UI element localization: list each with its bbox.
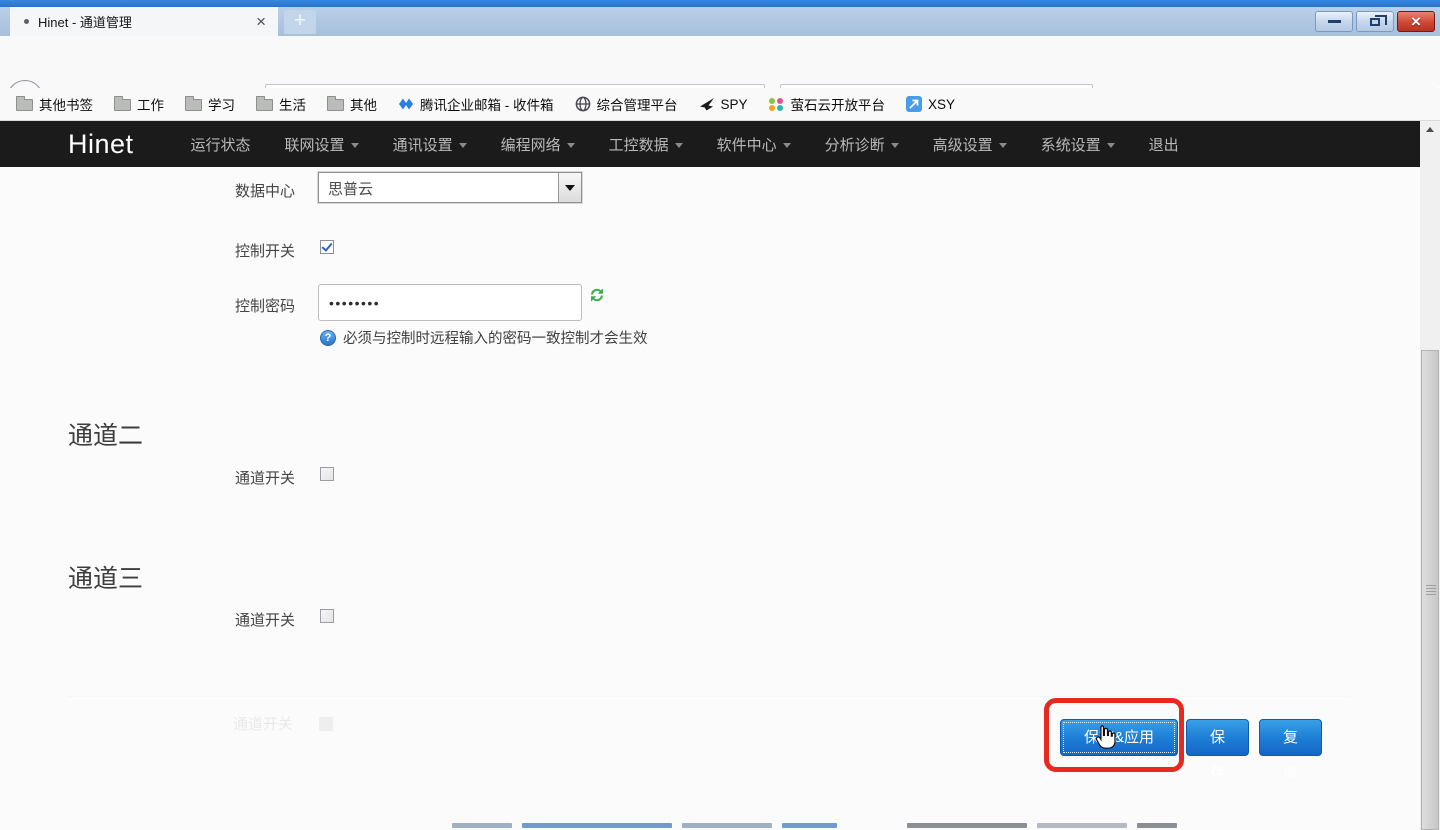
chevron-down-icon [999, 143, 1007, 148]
tencent-mail-icon [398, 96, 414, 112]
site-navbar: Hinet 运行状态 联网设置 通讯设置 编程网络 工控数据 软件中心 分析诊断… [0, 121, 1420, 167]
menu-diagnostics[interactable]: 分析诊断 [808, 134, 916, 155]
close-icon: × [1411, 13, 1421, 30]
chevron-down-icon [459, 143, 467, 148]
control-switch-label: 控制开关 [0, 240, 295, 261]
control-password-label: 控制密码 [0, 295, 295, 316]
control-password-input[interactable] [318, 284, 582, 321]
window-titlebar [0, 0, 1440, 7]
datacenter-value: 思普云 [319, 173, 558, 202]
site-menu: 运行状态 联网设置 通讯设置 编程网络 工控数据 软件中心 分析诊断 高级设置 … [174, 134, 1196, 155]
tab-close-icon[interactable]: × [252, 12, 270, 32]
menu-network-settings[interactable]: 联网设置 [268, 134, 376, 155]
bookmark-folder-life[interactable]: 生活 [256, 94, 306, 114]
menu-comm-settings[interactable]: 通讯设置 [376, 134, 484, 155]
xsy-arrow-icon [906, 96, 922, 112]
menu-system-settings[interactable]: 系统设置 [1024, 134, 1132, 155]
chevron-down-icon [351, 143, 359, 148]
scrollbar[interactable] [1420, 121, 1440, 830]
password-help-text: 必须与控制时远程输入的密码一致控制才会生效 [343, 327, 648, 348]
minimize-icon [1328, 20, 1341, 23]
scrollbar-thumb[interactable] [1421, 350, 1439, 830]
window-controls: × [1315, 11, 1435, 32]
tab-strip: Hinet - 通道管理 × + × [0, 7, 1440, 36]
folder-icon [114, 99, 131, 111]
bookmark-folder-misc[interactable]: 其他 [327, 94, 377, 114]
browser-tab[interactable]: Hinet - 通道管理 × [10, 7, 278, 36]
divider [68, 696, 1350, 697]
scroll-up-icon [1426, 127, 1434, 132]
section-channel3-title: 通道三 [68, 559, 143, 595]
bookmark-folder-other[interactable]: 其他书签 [16, 94, 93, 114]
menu-logout[interactable]: 退出 [1132, 134, 1196, 155]
menu-software-center[interactable]: 软件中心 [700, 134, 808, 155]
navigation-toolbar: ← → × 192.168.9.99/cgi-bin/luci/;stok=48… [0, 36, 1440, 88]
close-button[interactable]: × [1397, 11, 1435, 32]
folder-icon [327, 99, 344, 111]
datacenter-label: 数据中心 [0, 180, 295, 201]
bookmarks-bar: 其他书签 工作 学习 生活 其他 腾讯企业邮箱 - 收件箱 综合管理平台 SPY… [0, 88, 1440, 121]
channel3-switch-checkbox[interactable] [320, 609, 334, 623]
channel2-switch-label: 通道开关 [0, 467, 295, 488]
tab-title: Hinet - 通道管理 [38, 12, 252, 31]
dropdown-arrow-icon[interactable] [558, 173, 581, 202]
menu-industrial-data[interactable]: 工控数据 [592, 134, 700, 155]
menu-programming-network[interactable]: 编程网络 [484, 134, 592, 155]
ghost-artifact: 通道开关 [233, 713, 333, 734]
reset-button[interactable]: 复位 [1259, 719, 1322, 756]
channel2-switch-checkbox[interactable] [320, 467, 334, 481]
bookmark-spy[interactable]: SPY [699, 96, 748, 112]
section-channel2-title: 通道二 [68, 416, 143, 452]
folder-icon [185, 99, 202, 111]
chevron-down-icon [1107, 143, 1115, 148]
help-icon: ? [320, 330, 336, 346]
ezviz-dots-icon [769, 96, 785, 112]
bookmark-mgmt-platform[interactable]: 综合管理平台 [575, 94, 678, 114]
datacenter-select[interactable]: 思普云 [318, 172, 582, 203]
folder-icon [256, 99, 273, 111]
new-tab-button[interactable]: + [284, 10, 316, 34]
chevron-down-icon [675, 143, 683, 148]
bookmark-folder-work[interactable]: 工作 [114, 94, 164, 114]
scrollbar-up-button[interactable] [1420, 121, 1440, 138]
chevron-down-icon [891, 143, 899, 148]
restore-button[interactable] [1356, 11, 1394, 32]
bookmark-ezviz[interactable]: 萤石云开放平台 [769, 94, 886, 114]
generate-password-icon[interactable] [589, 287, 605, 308]
channel3-switch-label: 通道开关 [0, 609, 295, 630]
page-content: Hinet 运行状态 联网设置 通讯设置 编程网络 工控数据 软件中心 分析诊断… [0, 121, 1420, 830]
tab-favicon-icon [24, 19, 29, 24]
chevron-down-icon [567, 143, 575, 148]
password-help: ? 必须与控制时远程输入的密码一致控制才会生效 [320, 327, 648, 348]
bookmark-xsy[interactable]: XSY [906, 96, 955, 112]
menu-run-status[interactable]: 运行状态 [174, 134, 268, 155]
folder-icon [16, 99, 33, 111]
site-logo[interactable]: Hinet [68, 129, 134, 160]
bookmark-tencent-mail[interactable]: 腾讯企业邮箱 - 收件箱 [398, 94, 554, 114]
menu-advanced-settings[interactable]: 高级设置 [916, 134, 1024, 155]
chevron-down-icon [783, 143, 791, 148]
bookmark-folder-study[interactable]: 学习 [185, 94, 235, 114]
save-apply-button[interactable]: 保存&应用 [1060, 719, 1178, 756]
save-button[interactable]: 保存 [1186, 719, 1249, 756]
spy-dart-icon [699, 96, 715, 112]
clipped-footer-text [452, 823, 1177, 828]
globe-icon [575, 96, 591, 112]
restore-icon [1370, 18, 1380, 26]
minimize-button[interactable] [1315, 11, 1353, 32]
control-switch-checkbox[interactable] [320, 240, 334, 254]
